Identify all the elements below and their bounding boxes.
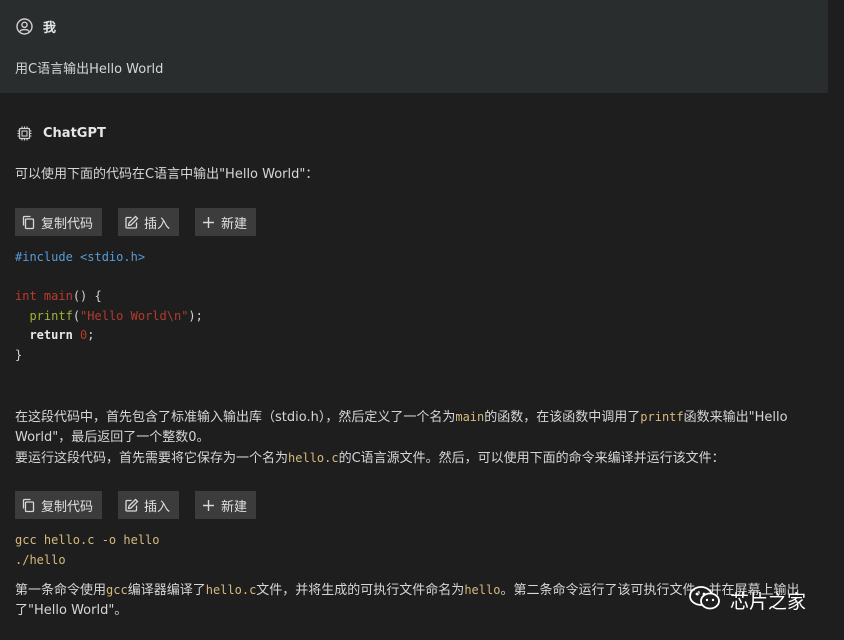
new-button[interactable]: 新建 xyxy=(195,208,257,236)
edit-icon xyxy=(124,498,139,513)
user-name: 我 xyxy=(43,21,57,36)
watermark-text: 芯片之家 xyxy=(730,591,807,613)
wechat-icon xyxy=(688,585,722,616)
explanation-paragraph: 在这段代码中，首先包含了标准输入输出库（stdio.h），然后定义了一个名为ma… xyxy=(15,407,805,469)
insert-label: 插入 xyxy=(144,216,171,232)
code-printf: printf xyxy=(29,308,73,323)
copy-code-button[interactable]: 复制代码 xyxy=(15,491,103,519)
run-text-2: 的C语言源文件。然后，可以使用下面的命令来编译并运行该文件： xyxy=(338,451,725,466)
user-message-block xyxy=(0,0,828,93)
code-main-tail: () { xyxy=(72,289,102,303)
code-printf-string: "Hello World\n" xyxy=(80,308,189,323)
watermark: 芯片之家 xyxy=(688,585,806,616)
copy-icon xyxy=(21,215,36,230)
explain-text-4: World"，最后返回了一个整数0。 xyxy=(15,430,210,445)
chip-icon xyxy=(16,125,33,142)
inline-code-printf: printf xyxy=(640,410,684,424)
code-toolbar-2: 复制代码 插入 新建 xyxy=(15,491,257,519)
shell-line-run: ./hello xyxy=(15,552,66,567)
code-block-shell: gcc hello.c -o hello ./hello xyxy=(15,531,160,570)
final-text-1: 第一条命令使用 xyxy=(15,583,107,598)
final-paragraph: 第一条命令使用gcc编译器编译了hello.c文件，并将生成的可执行文件命名为h… xyxy=(15,580,805,621)
inline-code-hello-c: hello.c xyxy=(205,583,257,597)
code-kw-return: return xyxy=(29,328,73,342)
code-include-header: <stdio.h> xyxy=(80,250,146,264)
insert-button[interactable]: 插入 xyxy=(118,491,180,519)
scrollbar-track[interactable] xyxy=(828,0,844,640)
assistant-intro: 可以使用下面的代码在C语言中输出"Hello World"： xyxy=(15,167,319,182)
code-close-brace: } xyxy=(15,347,23,362)
copy-icon xyxy=(21,498,36,513)
explain-text-3: 函数来输出"Hello xyxy=(683,410,788,425)
assistant-author-row: ChatGPT xyxy=(16,125,106,142)
user-author-row: 我 xyxy=(16,17,56,36)
code-kw-main: main xyxy=(43,289,73,303)
insert-button[interactable]: 插入 xyxy=(118,208,180,236)
new-button[interactable]: 新建 xyxy=(195,491,257,519)
code-paren-close: ); xyxy=(188,308,203,323)
code-block-c: #include <stdio.h> int main() { printf("… xyxy=(15,248,203,365)
copy-code-label: 复制代码 xyxy=(41,216,94,232)
user-circle-icon xyxy=(16,18,33,35)
copy-code-button[interactable]: 复制代码 xyxy=(15,208,103,236)
run-text-1: 要运行这段代码，首先需要将它保存为一个名为 xyxy=(15,451,289,466)
code-include-directive: #include xyxy=(15,250,73,264)
final-text-3: 文件，并将生成的可执行文件命名为 xyxy=(256,583,465,598)
copy-code-label: 复制代码 xyxy=(41,499,94,515)
code-toolbar-1: 复制代码 插入 新建 xyxy=(15,208,257,236)
final-text-2: 编译器编译了 xyxy=(127,583,206,598)
inline-code-gcc: gcc xyxy=(106,583,128,597)
shell-line-compile: gcc hello.c -o hello xyxy=(15,533,160,547)
edit-icon xyxy=(124,215,139,230)
inline-code-main: main xyxy=(455,410,485,424)
plus-icon xyxy=(201,498,216,513)
user-message-text: 用C语言输出Hello World xyxy=(15,62,164,77)
explain-text-1: 在这段代码中，首先包含了标准输入输出库（stdio.h），然后定义了一个名为 xyxy=(15,410,456,425)
final-text-5: 了"Hello World"。 xyxy=(15,603,128,618)
code-kw-int: int xyxy=(15,289,37,303)
new-label: 新建 xyxy=(221,216,248,232)
inline-code-hello: hello xyxy=(464,583,501,597)
explain-text-2: 的函数，在该函数中调用了 xyxy=(484,410,641,425)
assistant-name: ChatGPT xyxy=(43,126,106,141)
inline-code-hello-c: hello.c xyxy=(288,451,339,465)
new-label: 新建 xyxy=(221,499,248,515)
code-semicolon: ; xyxy=(87,328,95,342)
code-paren-open: ( xyxy=(72,308,81,323)
insert-label: 插入 xyxy=(144,499,171,515)
plus-icon xyxy=(201,215,216,230)
